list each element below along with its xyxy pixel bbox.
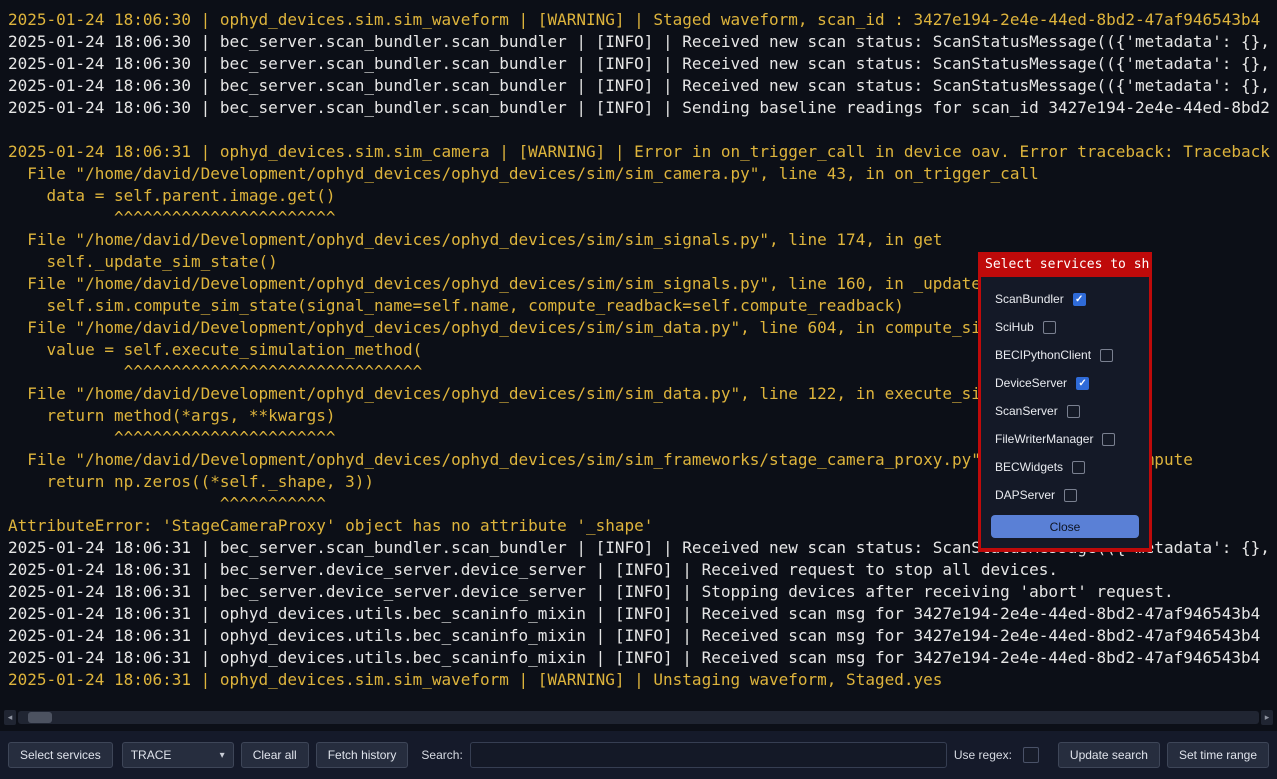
close-button[interactable]: Close <box>991 515 1139 538</box>
service-label: ScanServer <box>995 404 1058 418</box>
service-label: BECWidgets <box>995 460 1063 474</box>
service-checkbox[interactable] <box>1067 405 1080 418</box>
log-line: 2025-01-24 18:06:30 | bec_server.scan_bu… <box>8 97 1277 119</box>
service-row: DeviceServer ✓ <box>981 369 1149 397</box>
horizontal-scrollbar[interactable]: ◂ ▸ <box>4 710 1273 725</box>
service-checkbox[interactable] <box>1043 321 1056 334</box>
scrollbar-left-arrow-icon[interactable]: ◂ <box>4 710 16 725</box>
select-services-dialog: Select services to sh ScanBundler ✓ SciHub… <box>978 252 1152 552</box>
chevron-down-icon: ▾ <box>220 750 225 761</box>
service-label: SciHub <box>995 320 1034 334</box>
dialog-title: Select services to sh <box>981 252 1149 277</box>
service-row: BECWidgets <box>981 453 1149 481</box>
log-line: 2025-01-24 18:06:31 | bec_server.device_… <box>8 559 1277 581</box>
log-line: 2025-01-24 18:06:30 | ophyd_devices.sim.… <box>8 9 1277 31</box>
service-label: ScanBundler <box>995 292 1064 306</box>
search-input[interactable] <box>470 742 947 768</box>
search-label: Search: <box>421 748 462 762</box>
set-time-range-button[interactable]: Set time range <box>1167 742 1269 768</box>
log-line: 2025-01-24 18:06:30 | bec_server.scan_bu… <box>8 75 1277 97</box>
service-row: SciHub <box>981 313 1149 341</box>
fetch-history-button[interactable]: Fetch history <box>316 742 409 768</box>
log-line: 2025-01-24 18:06:31 | ophyd_devices.util… <box>8 647 1277 669</box>
log-line: 2025-01-24 18:06:31 | ophyd_devices.sim.… <box>8 141 1277 163</box>
log-line: 2025-01-24 18:06:31 | bec_server.device_… <box>8 581 1277 603</box>
service-checkbox[interactable] <box>1102 433 1115 446</box>
service-label: FileWriterManager <box>995 432 1093 446</box>
service-row: BECIPythonClient <box>981 341 1149 369</box>
service-checkbox[interactable] <box>1072 461 1085 474</box>
log-line: data = self.parent.image.get() <box>8 185 1277 207</box>
service-label: BECIPythonClient <box>995 348 1091 362</box>
service-row: DAPServer <box>981 481 1149 509</box>
log-line: 2025-01-24 18:06:30 | bec_server.scan_bu… <box>8 53 1277 75</box>
clear-all-button[interactable]: Clear all <box>241 742 309 768</box>
log-line: ^^^^^^^^^^^^^^^^^^^^^^^ <box>8 207 1277 229</box>
scrollbar-handle[interactable] <box>28 712 52 723</box>
scrollbar-track[interactable] <box>18 711 1259 724</box>
log-line: File "/home/david/Development/ophyd_devi… <box>8 229 1277 251</box>
log-line <box>8 119 1277 141</box>
service-label: DeviceServer <box>995 376 1067 390</box>
update-search-button[interactable]: Update search <box>1058 742 1160 768</box>
use-regex-label: Use regex: <box>954 748 1012 762</box>
service-checkbox[interactable] <box>1064 489 1077 502</box>
scrollbar-right-arrow-icon[interactable]: ▸ <box>1261 710 1273 725</box>
log-line: 2025-01-24 18:06:31 | ophyd_devices.util… <box>8 603 1277 625</box>
use-regex-checkbox[interactable] <box>1023 747 1039 763</box>
service-label: DAPServer <box>995 488 1055 502</box>
log-line: 2025-01-24 18:06:31 | ophyd_devices.util… <box>8 625 1277 647</box>
select-services-button[interactable]: Select services <box>8 742 113 768</box>
log-line: 2025-01-24 18:06:30 | bec_server.scan_bu… <box>8 31 1277 53</box>
log-level-dropdown[interactable]: TRACE ▾ <box>122 742 234 768</box>
service-row: FileWriterManager <box>981 425 1149 453</box>
service-row: ScanBundler ✓ <box>981 285 1149 313</box>
log-line: 2025-01-24 18:06:31 | ophyd_devices.sim.… <box>8 669 1277 691</box>
service-row: ScanServer <box>981 397 1149 425</box>
services-list: ScanBundler ✓ SciHub BECIPythonClient Device… <box>981 277 1149 548</box>
log-level-value: TRACE <box>131 748 172 762</box>
service-checkbox-checked[interactable]: ✓ <box>1073 293 1086 306</box>
bottom-toolbar: Select services TRACE ▾ Clear all Fetch … <box>0 731 1277 779</box>
service-checkbox[interactable] <box>1100 349 1113 362</box>
log-line: File "/home/david/Development/ophyd_devi… <box>8 163 1277 185</box>
service-checkbox-checked[interactable]: ✓ <box>1076 377 1089 390</box>
